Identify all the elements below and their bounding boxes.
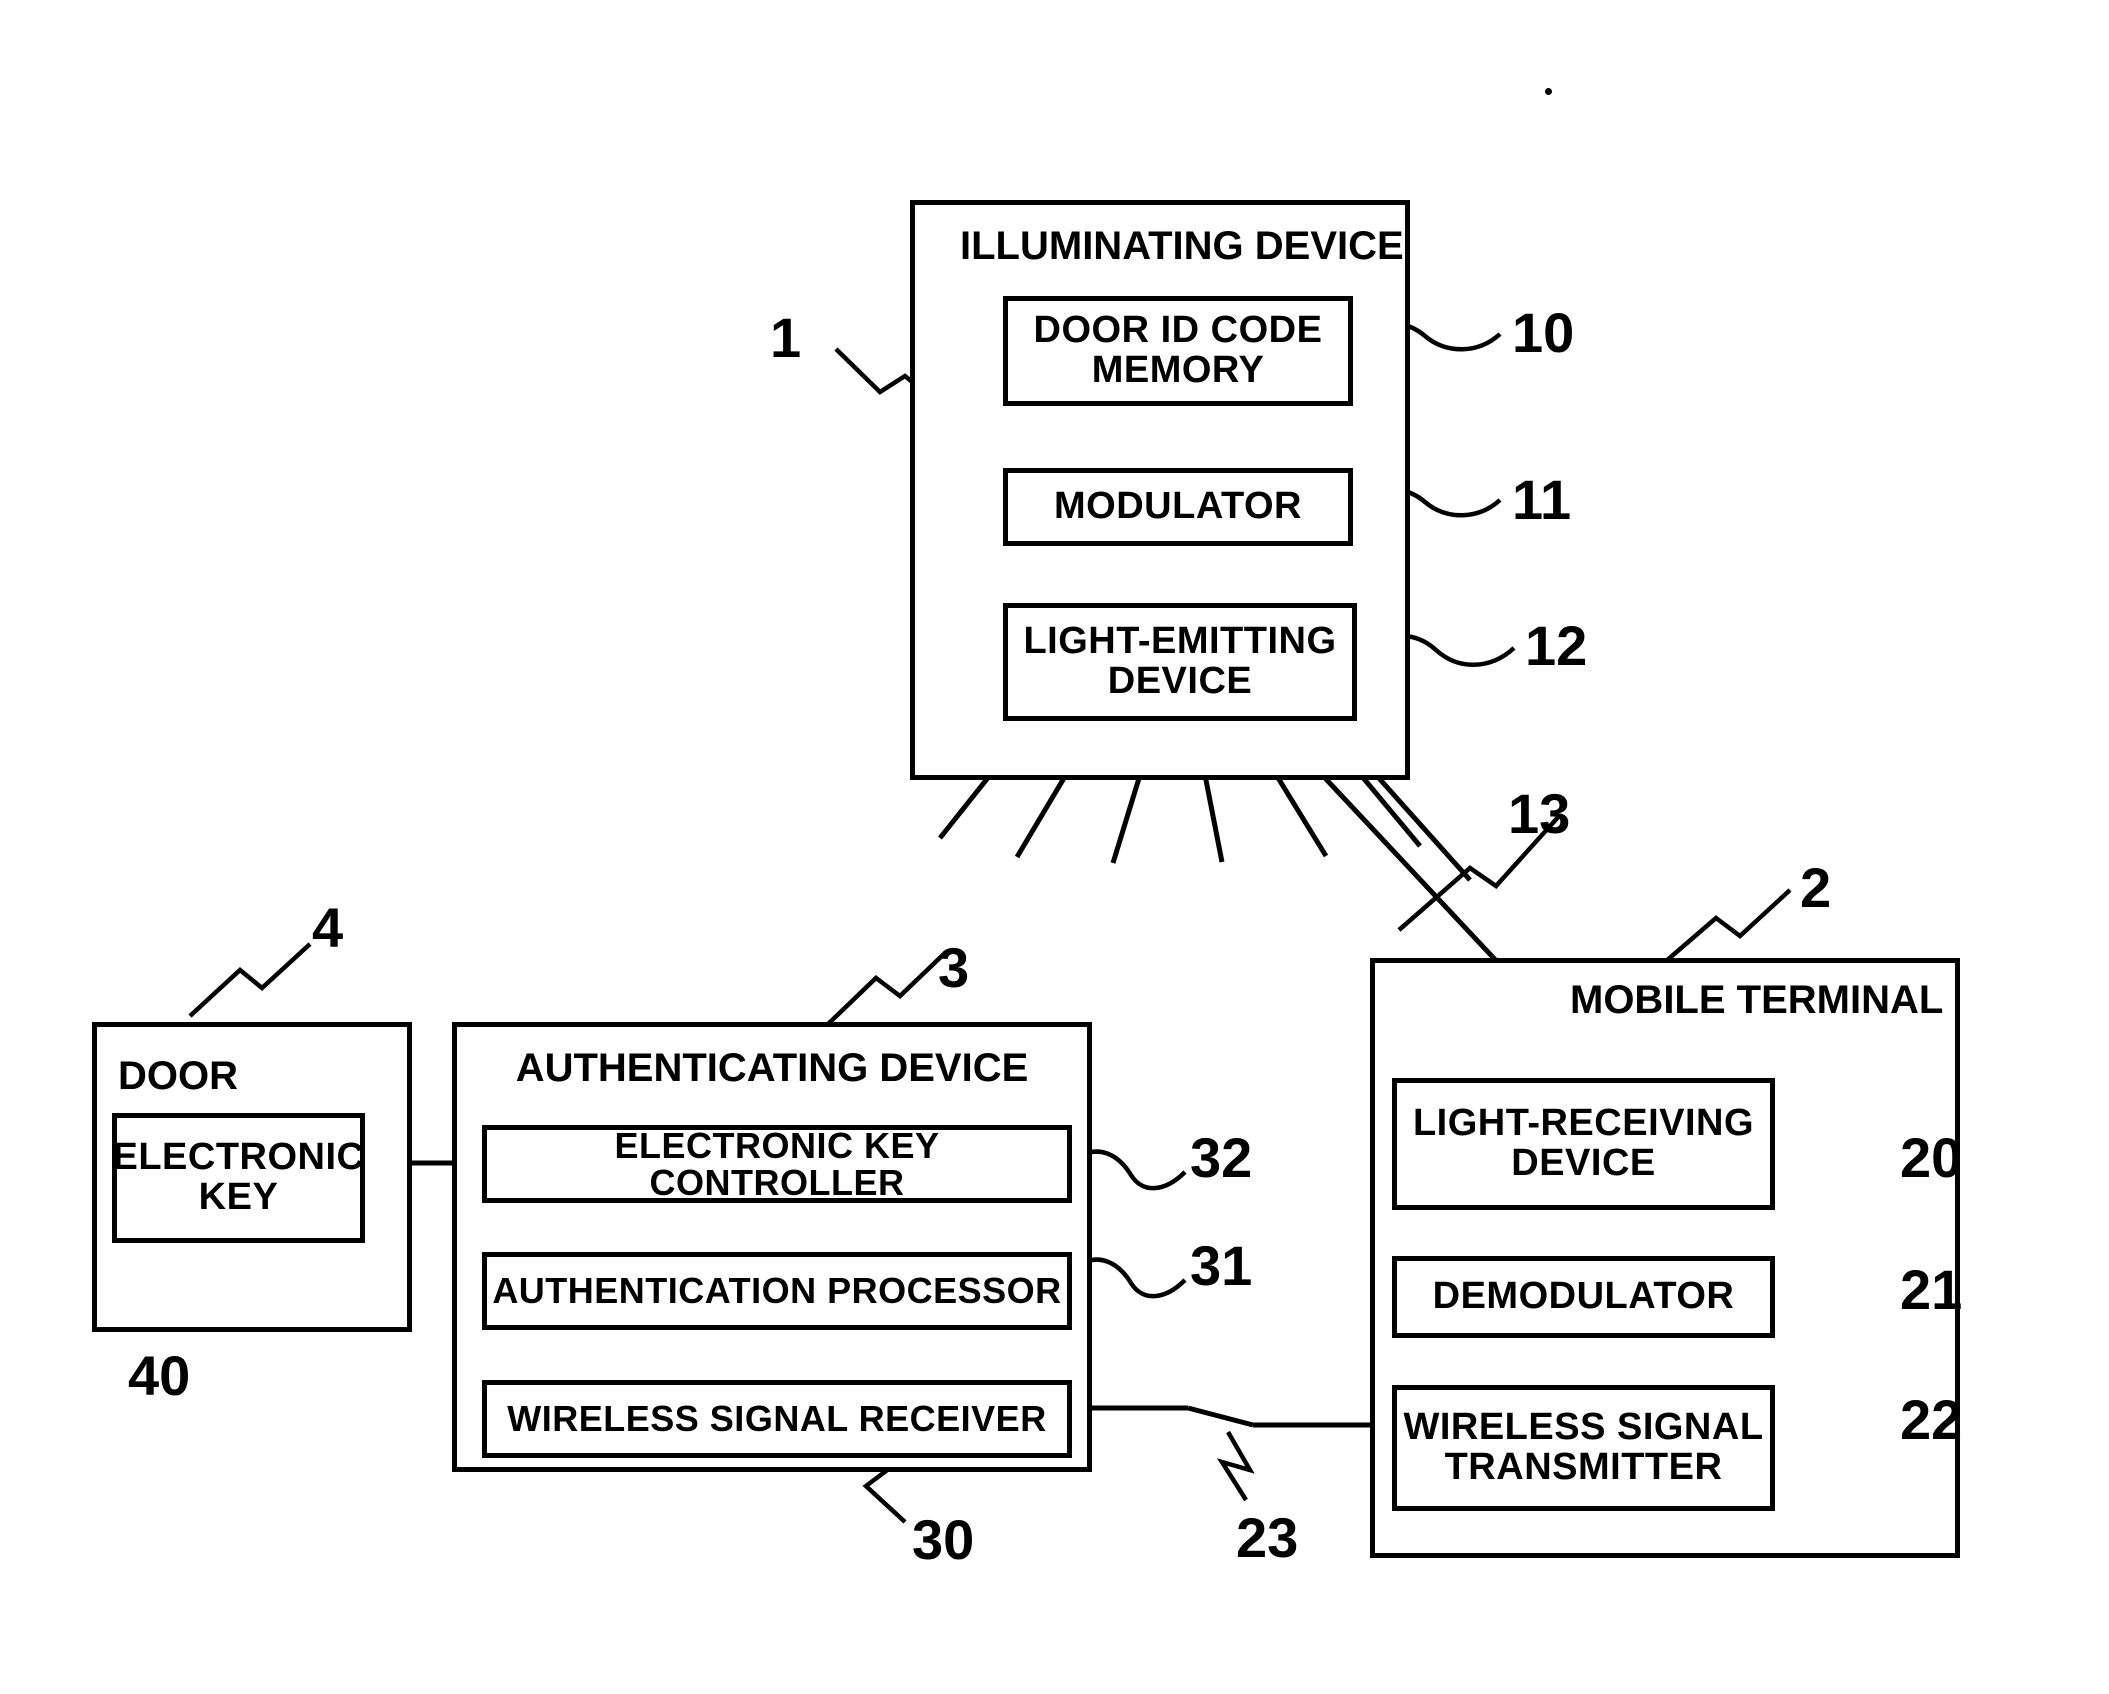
ref-13: 13 [1508,782,1571,845]
registration-dot [1545,88,1552,95]
demodulator-label: DEMODULATOR [1432,1275,1735,1318]
authentication-processor-block: AUTHENTICATION PROCESSOR [482,1252,1072,1330]
authenticating-device-title: AUTHENTICATING DEVICE [515,1046,1029,1090]
ref-31: 31 [1190,1234,1253,1297]
ref-2: 2 [1800,856,1832,919]
illuminating-device-title: ILLUMINATING DEVICE [960,224,1404,268]
ref-40: 40 [128,1344,191,1407]
authentication-processor-label: AUTHENTICATION PROCESSOR [492,1270,1062,1312]
wireless-signal-transmitter-line1: WIRELESS SIGNAL [1403,1406,1764,1449]
leader-3 [824,950,948,1028]
ref-3: 3 [938,936,970,999]
electronic-key-block: ELECTRONIC KEY [112,1113,365,1243]
leader-2 [1663,888,1792,964]
ref-32: 32 [1190,1126,1253,1189]
wireless-signal-transmitter-line2: TRANSMITTER [1444,1446,1723,1488]
mobile-terminal-title: MOBILE TERMINAL [1570,978,1944,1022]
ref-12: 12 [1525,614,1588,677]
electronic-key-controller-block: ELECTRONIC KEY CONTROLLER [482,1125,1072,1203]
ref-10: 10 [1512,301,1575,364]
electronic-key-line1: ELECTRONIC [112,1136,365,1179]
wireless-signal-receiver-label: WIRELESS SIGNAL RECEIVER [507,1398,1047,1440]
leader-4 [188,942,312,1018]
ref-4: 4 [312,896,344,959]
door-id-code-memory-block: DOOR ID CODE MEMORY [1003,296,1353,406]
wireless-signal-transmitter-block: WIRELESS SIGNAL TRANSMITTER [1392,1385,1775,1511]
door-title: DOOR [118,1054,238,1098]
modulator-block: MODULATOR [1003,468,1353,546]
leader-23 [1216,1430,1255,1502]
wireless-link-line [1070,1405,1390,1428]
ref-1: 1 [770,306,802,369]
light-emitting-device-line1: LIGHT-EMITTING [1023,620,1337,663]
ref-20: 20 [1900,1126,1963,1189]
light-emitting-device-line2: DEVICE [1107,660,1253,702]
door-id-code-memory-line2: MEMORY [1091,349,1265,391]
light-emitting-device-block: LIGHT-EMITTING DEVICE [1003,603,1357,721]
ref-11: 11 [1512,468,1572,531]
light-receiving-device-line1: LIGHT-RECEIVING [1412,1102,1755,1145]
door-id-code-memory-line1: DOOR ID CODE [1033,309,1323,352]
ref-30: 30 [912,1508,975,1571]
electronic-key-line2: KEY [198,1176,279,1218]
light-receiving-device-line2: DEVICE [1511,1142,1656,1184]
electronic-key-controller-label: ELECTRONIC KEY CONTROLLER [614,1124,940,1203]
wireless-signal-receiver-block: WIRELESS SIGNAL RECEIVER [482,1380,1072,1458]
ref-23: 23 [1236,1506,1299,1569]
figure-canvas: ILLUMINATING DEVICE DOOR ID CODE MEMORY … [0,0,2109,1694]
demodulator-block: DEMODULATOR [1392,1256,1775,1338]
light-receiving-device-block: LIGHT-RECEIVING DEVICE [1392,1078,1775,1210]
ref-22: 22 [1900,1388,1963,1451]
ref-21: 21 [1900,1258,1963,1321]
modulator-label: MODULATOR [1054,485,1302,528]
